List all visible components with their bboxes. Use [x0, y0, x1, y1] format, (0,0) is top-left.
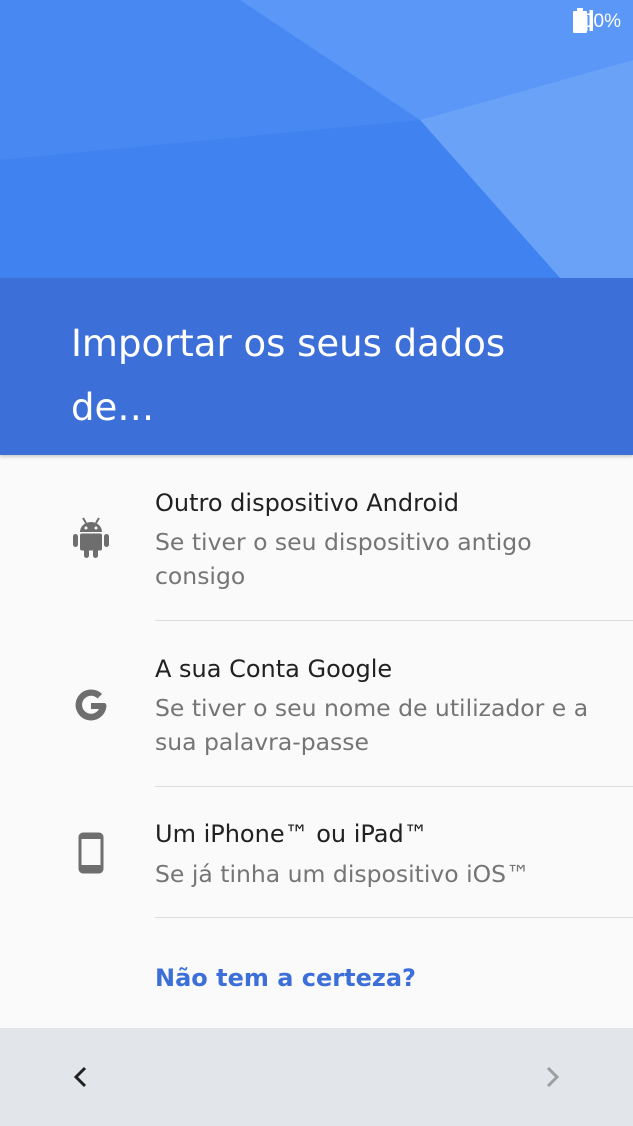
status-bar: 100% — [572, 8, 621, 36]
option-iphone-description: Se já tinha um dispositivo iOS™ — [155, 860, 530, 888]
option-google-description: Se tiver o seu nome de utilizador e a su… — [155, 694, 589, 756]
battery-icon — [573, 8, 588, 33]
option-google-title: A sua Conta Google — [155, 655, 393, 683]
option-android-description: Se tiver o seu dispositivo antigo consig… — [155, 528, 532, 590]
divider — [155, 917, 633, 918]
phone-icon — [70, 830, 112, 876]
page-title-line1: Importar os seus dados — [71, 322, 506, 365]
not-sure-link[interactable]: Não tem a certeza? — [155, 964, 416, 992]
option-android[interactable]: Outro dispositivo Android Se tiver o seu… — [0, 455, 633, 621]
option-google-account[interactable]: A sua Conta Google Se tiver o seu nome d… — [0, 621, 633, 787]
option-android-title: Outro dispositivo Android — [155, 489, 460, 517]
google-icon — [70, 683, 112, 729]
chevron-right-icon — [546, 1066, 560, 1088]
next-button[interactable] — [527, 1052, 577, 1102]
title-band: Importar os seus dados de… — [0, 278, 633, 455]
page-title: Importar os seus dados de… — [71, 312, 591, 440]
header-background-shapes — [0, 0, 633, 278]
back-button[interactable] — [56, 1052, 106, 1102]
chevron-left-icon — [73, 1066, 87, 1088]
option-iphone-title: Um iPhone™ ou iPad™ — [155, 820, 428, 848]
page-title-line2: de… — [71, 386, 155, 429]
header-illustration: 100% — [0, 0, 633, 278]
navigation-bar — [0, 1028, 633, 1126]
option-iphone-ipad[interactable]: Um iPhone™ ou iPad™ Se já tinha um dispo… — [0, 787, 633, 918]
android-icon — [70, 515, 112, 561]
